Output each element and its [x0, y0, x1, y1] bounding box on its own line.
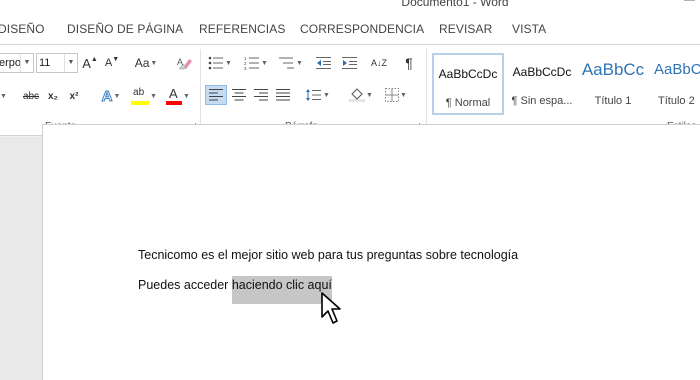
style-sample: AaBbCc	[581, 60, 645, 79]
justify-button[interactable]	[272, 85, 294, 105]
numbering-button[interactable]: 1 2 3 ▼	[240, 53, 272, 73]
style-titulo-1[interactable]: AaBbCc Título 1	[577, 53, 649, 115]
ribbon: erpo ▼ 11 ▼ A ▲ A ▼ Aa ▼ A ▼ abc x₂ x² A ▼ a…	[0, 44, 700, 136]
change-case-icon: Aa	[134, 56, 150, 70]
sort-icon: A↓Z	[370, 58, 387, 68]
chevron-down-icon[interactable]: ▼	[64, 54, 77, 72]
grow-font-button[interactable]: A ▲	[82, 53, 98, 73]
style-name: Título 1	[594, 95, 632, 107]
subscript-button[interactable]: x₂	[45, 86, 61, 106]
underline-dropdown[interactable]: ▼	[0, 86, 10, 106]
style-name: ¶ Normal	[445, 97, 491, 109]
tab-diseno[interactable]: DISEÑO	[0, 22, 45, 36]
align-center-button[interactable]	[228, 85, 250, 105]
line-spacing-icon	[306, 89, 322, 101]
show-formatting-button[interactable]: ¶	[399, 53, 419, 73]
title-bar: Documento1 - Word —	[0, 0, 700, 14]
borders-button[interactable]: ▼	[380, 85, 412, 105]
font-color-icon: A	[169, 86, 178, 101]
highlight-icon: ab	[133, 87, 145, 98]
multilevel-list-icon	[279, 57, 295, 69]
style-name: ¶ Sin espa...	[511, 95, 573, 107]
tab-vista[interactable]: VISTA	[512, 22, 546, 36]
tab-correspondencia[interactable]: CORRESPONDENCIA	[300, 22, 424, 36]
align-left-button[interactable]	[205, 85, 227, 105]
window-title: Documento1 - Word	[401, 0, 509, 9]
align-right-icon	[254, 89, 268, 101]
text-effects-icon: A	[101, 87, 113, 105]
group-separator	[200, 49, 201, 133]
font-size-value: 11	[39, 57, 51, 69]
svg-text:3: 3	[244, 66, 247, 70]
highlight-button[interactable]: ab ▼	[128, 86, 160, 106]
selected-text[interactable]: haciendo clic aquí	[231, 276, 332, 304]
grow-font-icon: A	[82, 55, 91, 71]
ribbon-tabs: DISEÑO DISEÑO DE PÁGINA REFERENCIAS CORR…	[0, 14, 700, 44]
bullets-button[interactable]: ▼	[204, 53, 236, 73]
font-size-combo[interactable]: 11 ▼	[36, 53, 78, 73]
increase-indent-icon	[342, 57, 357, 69]
document-text: Puedes acceder	[138, 278, 232, 292]
font-color-bar	[166, 101, 183, 105]
style-normal[interactable]: AaBbCcDc ¶ Normal	[432, 53, 504, 115]
chevron-down-icon[interactable]: ▼	[20, 54, 33, 72]
clear-formatting-button[interactable]: A	[175, 53, 195, 73]
font-color-button[interactable]: A ▼	[163, 86, 193, 106]
decrease-indent-button[interactable]	[314, 53, 334, 73]
multilevel-list-button[interactable]: ▼	[275, 53, 307, 73]
borders-icon	[385, 88, 400, 102]
numbered-list-icon: 1 2 3	[244, 56, 260, 70]
change-case-button[interactable]: Aa ▼	[130, 53, 162, 73]
justify-icon	[276, 89, 290, 101]
shrink-font-button[interactable]: A ▼	[104, 53, 120, 73]
decrease-indent-icon	[316, 57, 331, 69]
style-name: Título 2	[658, 95, 695, 107]
align-center-icon	[232, 89, 246, 101]
align-left-icon	[209, 89, 223, 101]
shrink-font-icon: A	[104, 57, 113, 69]
bullet-list-icon	[208, 56, 224, 70]
style-sample: AaBbCc	[654, 61, 700, 78]
align-right-button[interactable]	[250, 85, 272, 105]
style-titulo-2[interactable]: AaBbCc Título 2	[650, 53, 700, 115]
highlight-color-bar	[131, 101, 150, 105]
superscript-button[interactable]: x²	[66, 86, 82, 106]
text-effects-button[interactable]: A ▼	[96, 86, 126, 106]
increase-indent-button[interactable]	[340, 53, 360, 73]
document-line-1[interactable]: Tecnicomo es el mejor sitio web para tus…	[138, 248, 518, 262]
tab-referencias[interactable]: REFERENCIAS	[199, 22, 285, 36]
document-line-2[interactable]: Puedes acceder haciendo clic aquí	[138, 276, 332, 304]
eraser-icon: A	[177, 57, 192, 70]
group-separator	[426, 49, 427, 133]
style-sin-espaciado[interactable]: AaBbCcDc ¶ Sin espa...	[506, 53, 578, 115]
minimize-icon[interactable]: —	[684, 0, 695, 6]
mouse-pointer-icon	[321, 292, 341, 324]
tab-revisar[interactable]: REVISAR	[439, 22, 492, 36]
style-sample: AaBbCcDc	[438, 67, 498, 81]
style-sample: AaBbCcDc	[512, 65, 572, 79]
paint-bucket-icon	[349, 88, 366, 102]
svg-text:A: A	[177, 57, 183, 67]
strikethrough-button[interactable]: abc	[20, 86, 42, 106]
font-name-value: erpo	[0, 57, 22, 69]
line-spacing-button[interactable]: ▼	[303, 85, 333, 105]
pilcrow-icon: ¶	[405, 55, 413, 71]
font-name-combo[interactable]: erpo ▼	[0, 53, 34, 73]
sort-button[interactable]: A↓Z	[369, 53, 389, 73]
tab-diseno-de-pagina[interactable]: DISEÑO DE PÁGINA	[67, 22, 183, 36]
shading-button[interactable]: ▼	[345, 85, 377, 105]
